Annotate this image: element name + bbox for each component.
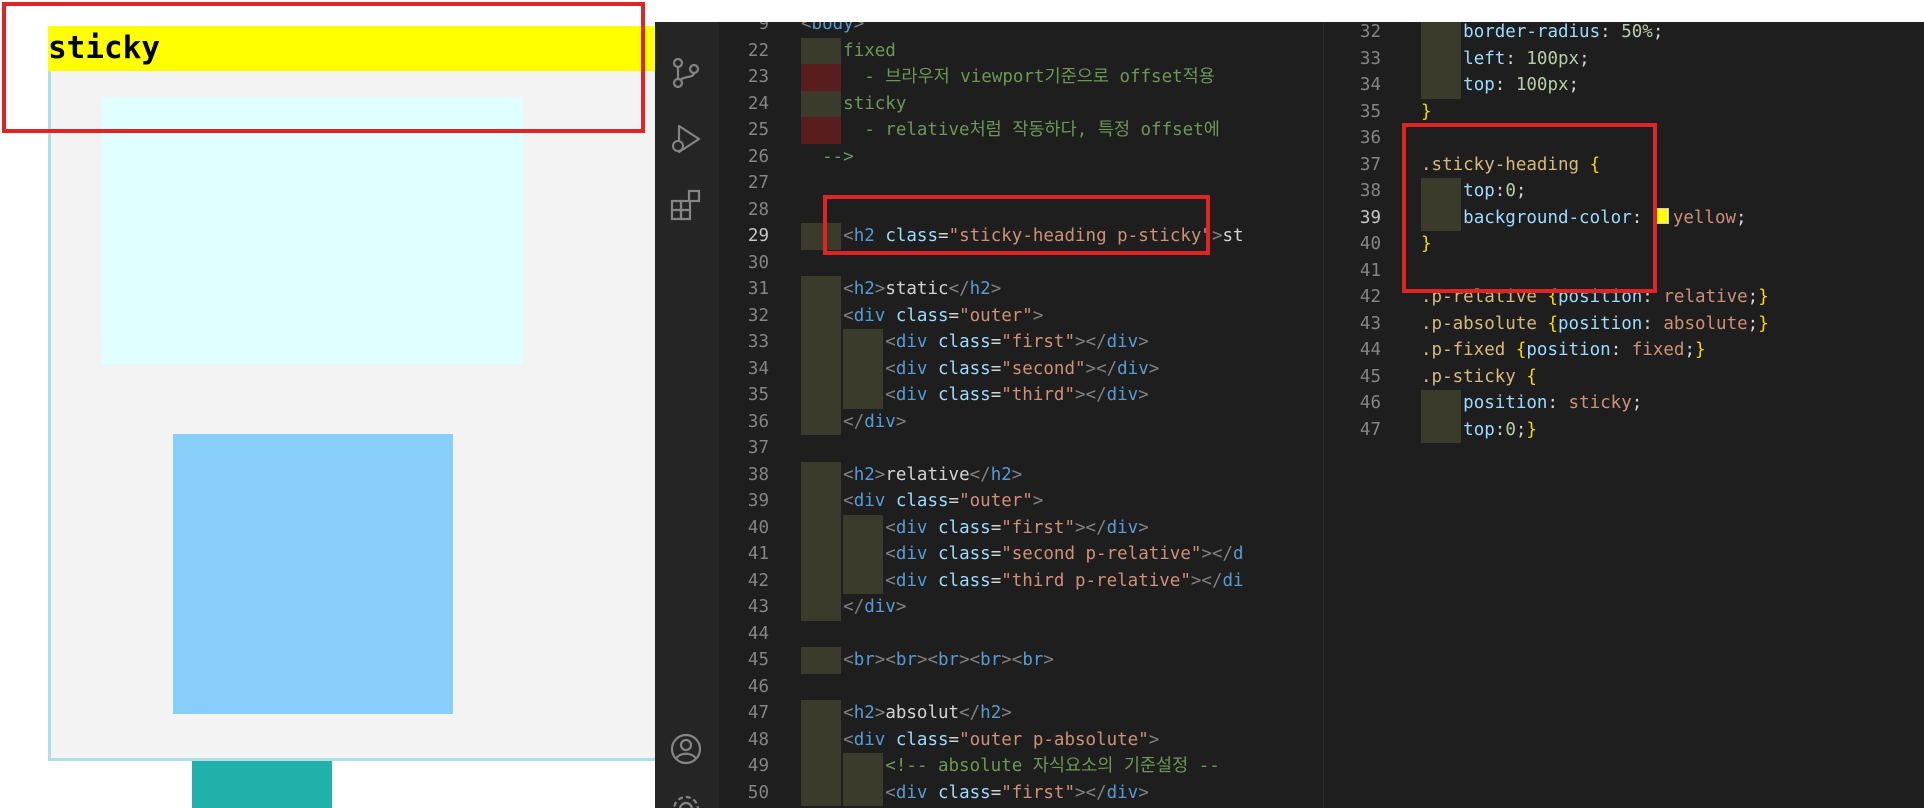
code-line[interactable]: --> <box>801 144 854 171</box>
browser-preview: sticky <box>0 0 655 808</box>
code-line[interactable]: <body> <box>801 22 864 38</box>
line-number: 42 <box>1359 287 1381 307</box>
account-icon[interactable] <box>669 732 703 766</box>
line-number: 40 <box>1359 234 1381 254</box>
settings-icon[interactable] <box>669 792 703 808</box>
line-number: 50 <box>747 782 769 803</box>
code-line[interactable]: <div class="outer"> <box>801 488 1043 515</box>
code-line[interactable]: - 브라우저 viewport기준으로 offset적용 <box>801 64 1215 91</box>
line-number: 32 <box>1359 22 1381 42</box>
code-line[interactable]: <h2>relative</h2> <box>801 462 1022 489</box>
line-number: 38 <box>1359 181 1381 201</box>
line-number: 46 <box>747 676 769 697</box>
code-line[interactable]: <h2>absolut</h2> <box>801 700 1012 727</box>
third-box <box>192 761 332 808</box>
code-line[interactable]: background-color: yellow; <box>1421 205 1747 232</box>
code-line[interactable]: </div> <box>801 594 906 621</box>
code-line[interactable]: .p-fixed {position: fixed;} <box>1421 337 1706 364</box>
code-line[interactable]: <div class="second p-relative"></d <box>801 541 1243 568</box>
line-number: 25 <box>747 120 769 140</box>
line-number: 48 <box>747 729 769 750</box>
line-number: 43 <box>1359 313 1381 334</box>
line-number: 37 <box>1359 154 1381 175</box>
line-number: 27 <box>747 173 769 193</box>
line-number: 47 <box>1359 419 1381 440</box>
code-line[interactable]: .sticky-heading { <box>1421 152 1600 179</box>
line-number: 45 <box>1359 366 1381 387</box>
extensions-icon[interactable] <box>669 188 703 222</box>
line-number: 35 <box>1359 101 1381 122</box>
line-number: 32 <box>747 305 769 326</box>
line-number: 34 <box>1359 75 1381 95</box>
code-line[interactable]: <div class="second"></div> <box>801 356 1159 383</box>
code-line[interactable]: <br><br><br><br><br> <box>801 647 1054 674</box>
source-control-icon[interactable] <box>669 56 703 90</box>
line-number: 44 <box>747 623 769 644</box>
code-line[interactable]: <div class="third"></div> <box>801 382 1148 409</box>
line-number: 33 <box>747 332 769 352</box>
line-number: 47 <box>747 703 769 723</box>
code-line[interactable]: - relative처럼 작동하다, 특정 offset에 <box>801 117 1220 144</box>
code-line[interactable]: <div class="outer p-absolute"> <box>801 727 1159 754</box>
code-line[interactable]: sticky <box>801 91 906 118</box>
vscode-window: 9 <body> 22 fixed 23 - 브라우저 viewport기준으로 of… <box>655 22 1924 808</box>
code-line[interactable]: <h2 class="sticky-heading p-sticky">st <box>801 223 1243 250</box>
code-line[interactable]: <div class="third p-relative"></di <box>801 568 1243 595</box>
code-line[interactable]: .p-relative {position: relative;} <box>1421 284 1769 311</box>
line-number: 46 <box>1359 393 1381 413</box>
activity-bar <box>655 22 719 808</box>
line-number: 49 <box>747 756 769 776</box>
code-line[interactable]: } <box>1421 99 1432 126</box>
code-line[interactable]: top:0; <box>1421 178 1526 205</box>
second-box <box>173 434 453 714</box>
code-line[interactable]: <!-- absolute 자식요소의 기준설정 -- <box>801 753 1220 780</box>
line-number: 41 <box>1359 260 1381 281</box>
css-editor[interactable]: 32 border-radius: 50%; 33 left: 100px; 34 … <box>1341 22 1924 808</box>
code-line[interactable]: top: 100px; <box>1421 72 1579 99</box>
line-number: 31 <box>747 279 769 299</box>
html-editor[interactable]: 9 <body> 22 fixed 23 - 브라우저 viewport기준으로 of… <box>719 22 1323 808</box>
code-line[interactable]: fixed <box>801 38 896 65</box>
line-number: 30 <box>747 252 769 273</box>
line-number: 36 <box>747 411 769 432</box>
code-line[interactable]: } <box>1421 231 1432 258</box>
code-line[interactable]: .p-absolute {position: absolute;} <box>1421 311 1769 338</box>
line-number: 22 <box>747 40 769 61</box>
line-number: 41 <box>747 544 769 564</box>
code-line[interactable]: left: 100px; <box>1421 46 1589 73</box>
line-number: 28 <box>747 199 769 220</box>
line-number: 9 <box>758 22 769 34</box>
run-debug-icon[interactable] <box>669 122 703 156</box>
code-line[interactable]: top:0;} <box>1421 417 1537 444</box>
line-number: 40 <box>747 517 769 538</box>
line-number: 33 <box>1359 48 1381 69</box>
code-line[interactable]: .p-sticky { <box>1421 364 1537 391</box>
code-line[interactable]: </div> <box>801 409 906 436</box>
first-box <box>102 97 523 364</box>
line-number: 29 <box>747 226 769 246</box>
line-number: 35 <box>747 385 769 405</box>
line-number: 37 <box>747 438 769 458</box>
line-number: 24 <box>747 93 769 114</box>
outer-box <box>48 26 655 761</box>
code-line[interactable]: position: sticky; <box>1421 390 1642 417</box>
line-number: 39 <box>1359 207 1381 228</box>
code-line[interactable]: <div class="first"></div> <box>801 780 1148 807</box>
line-number: 34 <box>747 358 769 379</box>
line-number: 44 <box>1359 340 1381 360</box>
code-line[interactable]: <div class="first"></div> <box>801 515 1148 542</box>
line-number: 42 <box>747 570 769 591</box>
code-line[interactable]: <div class="outer"> <box>801 303 1043 330</box>
line-number: 36 <box>1359 128 1381 148</box>
code-line[interactable]: border-radius: 50%; <box>1421 22 1663 46</box>
line-number: 45 <box>747 650 769 670</box>
line-number: 23 <box>747 67 769 87</box>
code-line[interactable]: <h2>static</h2> <box>801 276 1001 303</box>
line-number: 43 <box>747 597 769 617</box>
code-line[interactable]: <div class="first"></div> <box>801 329 1148 356</box>
line-number: 26 <box>747 146 769 167</box>
sticky-heading: sticky <box>48 26 655 71</box>
line-number: 39 <box>747 491 769 511</box>
line-number: 38 <box>747 464 769 485</box>
